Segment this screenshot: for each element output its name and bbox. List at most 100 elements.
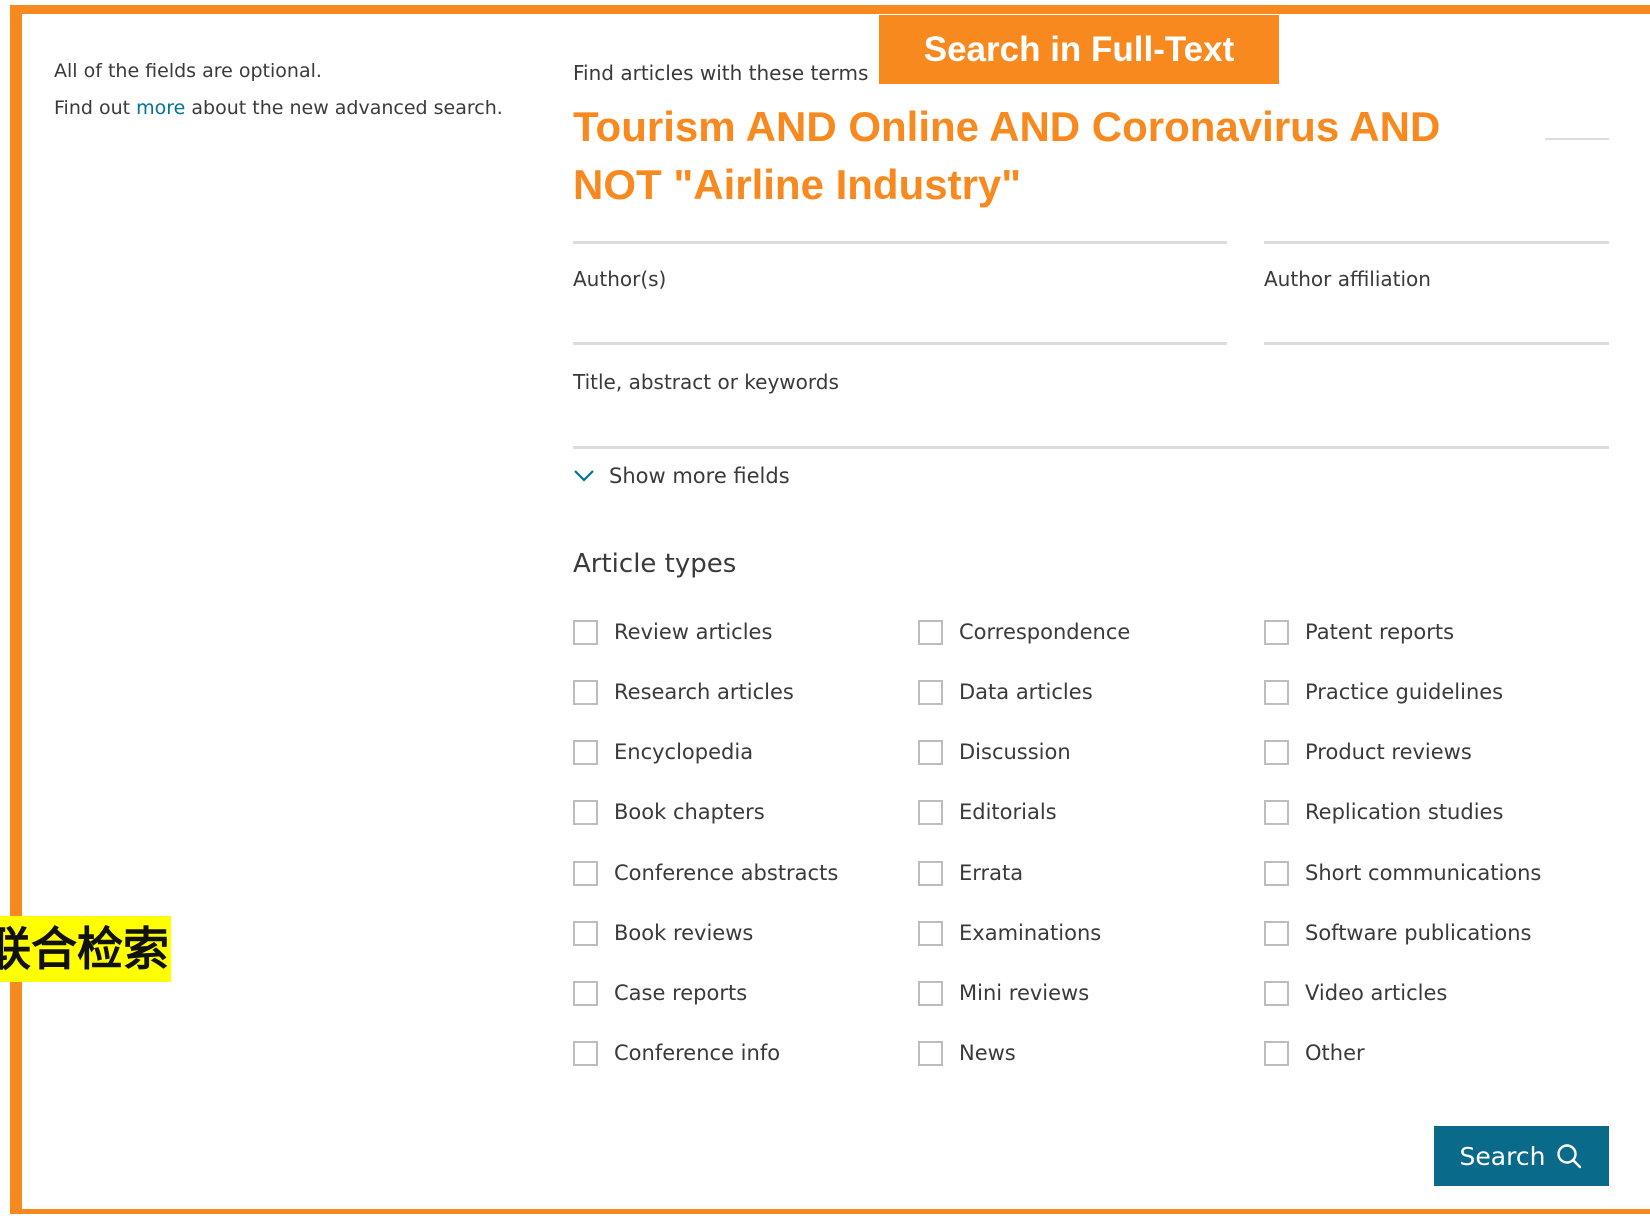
note-text-after: about the new advanced search. bbox=[185, 97, 503, 119]
search-icon bbox=[1557, 1144, 1582, 1169]
checkbox-box[interactable] bbox=[1264, 1040, 1289, 1066]
checkbox-replication-studies[interactable]: Replication studies bbox=[1264, 797, 1503, 827]
checkbox-label: Correspondence bbox=[959, 620, 1131, 644]
checkbox-label: Case reports bbox=[614, 981, 748, 1005]
note-text-before: Find out bbox=[54, 97, 137, 119]
checkbox-box[interactable] bbox=[573, 860, 598, 886]
checkbox-correspondence[interactable]: Correspondence bbox=[918, 617, 1130, 647]
affiliation-input[interactable] bbox=[1264, 342, 1609, 345]
title-abstract-label: Title, abstract or keywords bbox=[573, 370, 839, 394]
optional-note: All of the fields are optional. bbox=[54, 60, 322, 82]
checkbox-label: Patent reports bbox=[1305, 620, 1455, 644]
checkbox-box[interactable] bbox=[573, 1040, 598, 1066]
checkbox-box[interactable] bbox=[1264, 920, 1289, 946]
checkbox-conference-info[interactable]: Conference info bbox=[573, 1038, 780, 1068]
checkbox-box[interactable] bbox=[573, 799, 598, 825]
checkbox-encyclopedia[interactable]: Encyclopedia bbox=[573, 737, 753, 767]
advanced-search-note: Find out more about the new advanced sea… bbox=[54, 90, 503, 127]
checkbox-box[interactable] bbox=[918, 619, 943, 645]
checkbox-label: Errata bbox=[959, 861, 1024, 885]
checkbox-mini-reviews[interactable]: Mini reviews bbox=[918, 978, 1089, 1008]
checkbox-errata[interactable]: Errata bbox=[918, 858, 1023, 888]
checkbox-label: Other bbox=[1305, 1041, 1365, 1065]
checkbox-editorials[interactable]: Editorials bbox=[918, 797, 1057, 827]
checkbox-short-communications[interactable]: Short communications bbox=[1264, 858, 1541, 888]
checkbox-label: Research articles bbox=[614, 680, 794, 704]
checkbox-box[interactable] bbox=[1264, 799, 1289, 825]
checkbox-review-articles[interactable]: Review articles bbox=[573, 617, 772, 647]
checkbox-other[interactable]: Other bbox=[1264, 1038, 1365, 1068]
checkbox-software-publications[interactable]: Software publications bbox=[1264, 918, 1531, 948]
checkbox-box[interactable] bbox=[573, 980, 598, 1006]
checkbox-box[interactable] bbox=[1264, 860, 1289, 886]
terms-input[interactable]: Tourism AND Online AND Coronavirus AND N… bbox=[573, 98, 1473, 214]
show-more-label: Show more fields bbox=[609, 464, 790, 488]
checkbox-box[interactable] bbox=[573, 920, 598, 946]
checkbox-book-chapters[interactable]: Book chapters bbox=[573, 797, 765, 827]
checkbox-label: Book chapters bbox=[614, 800, 765, 824]
checkbox-box[interactable] bbox=[1264, 679, 1289, 705]
checkbox-box[interactable] bbox=[918, 920, 943, 946]
checkbox-label: Video articles bbox=[1305, 981, 1448, 1005]
checkbox-label: Practice guidelines bbox=[1305, 680, 1504, 704]
checkbox-label: Software publications bbox=[1305, 921, 1532, 945]
checkbox-examinations[interactable]: Examinations bbox=[918, 918, 1101, 948]
divider bbox=[573, 241, 1227, 244]
divider bbox=[1264, 241, 1609, 244]
checkbox-label: News bbox=[959, 1041, 1016, 1065]
combined-search-annotation: 联合检索 bbox=[0, 916, 171, 982]
checkbox-box[interactable] bbox=[918, 799, 943, 825]
checkbox-discussion[interactable]: Discussion bbox=[918, 737, 1071, 767]
checkbox-practice-guidelines[interactable]: Practice guidelines bbox=[1264, 677, 1503, 707]
checkbox-video-articles[interactable]: Video articles bbox=[1264, 978, 1447, 1008]
checkbox-data-articles[interactable]: Data articles bbox=[918, 677, 1093, 707]
checkbox-label: Product reviews bbox=[1305, 740, 1472, 764]
checkbox-label: Data articles bbox=[959, 680, 1093, 704]
show-more-fields-button[interactable]: Show more fields bbox=[573, 464, 790, 488]
side-note: All of the fields are optional. Find out… bbox=[54, 53, 503, 127]
checkbox-label: Encyclopedia bbox=[614, 740, 754, 764]
terms-label: Find articles with these terms bbox=[573, 61, 869, 85]
full-text-banner: Search in Full-Text bbox=[879, 15, 1279, 84]
checkbox-label: Discussion bbox=[959, 740, 1071, 764]
checkbox-conference-abstracts[interactable]: Conference abstracts bbox=[573, 858, 838, 888]
checkbox-box[interactable] bbox=[918, 860, 943, 886]
checkbox-book-reviews[interactable]: Book reviews bbox=[573, 918, 753, 948]
terms-underline bbox=[1545, 138, 1609, 140]
checkbox-label: Replication studies bbox=[1305, 800, 1504, 824]
annotation-text: 联合检索 bbox=[0, 922, 169, 976]
terms-value-line2: NOT "Airline Industry" bbox=[573, 161, 1022, 208]
checkbox-product-reviews[interactable]: Product reviews bbox=[1264, 737, 1472, 767]
title-abstract-input[interactable] bbox=[573, 446, 1609, 449]
affiliation-label: Author affiliation bbox=[1264, 267, 1431, 291]
checkbox-label: Conference info bbox=[614, 1041, 781, 1065]
search-button[interactable]: Search bbox=[1434, 1126, 1609, 1186]
checkbox-box[interactable] bbox=[573, 679, 598, 705]
checkbox-box[interactable] bbox=[918, 1040, 943, 1066]
checkbox-label: Mini reviews bbox=[959, 981, 1090, 1005]
checkbox-label: Short communications bbox=[1305, 861, 1542, 885]
checkbox-label: Examinations bbox=[959, 921, 1102, 945]
checkbox-patent-reports[interactable]: Patent reports bbox=[1264, 617, 1454, 647]
checkbox-box[interactable] bbox=[1264, 739, 1289, 765]
checkbox-box[interactable] bbox=[918, 679, 943, 705]
checkbox-box[interactable] bbox=[1264, 619, 1289, 645]
checkbox-label: Conference abstracts bbox=[614, 861, 839, 885]
checkbox-research-articles[interactable]: Research articles bbox=[573, 677, 794, 707]
checkbox-box[interactable] bbox=[1264, 980, 1289, 1006]
authors-label: Author(s) bbox=[573, 267, 667, 291]
authors-input[interactable] bbox=[573, 342, 1227, 345]
checkbox-label: Editorials bbox=[959, 800, 1057, 824]
checkbox-label: Book reviews bbox=[614, 921, 754, 945]
article-types-heading: Article types bbox=[573, 549, 737, 579]
checkbox-case-reports[interactable]: Case reports bbox=[573, 978, 747, 1008]
checkbox-box[interactable] bbox=[918, 980, 943, 1006]
more-link[interactable]: more bbox=[136, 97, 185, 119]
search-button-label: Search bbox=[1459, 1141, 1546, 1171]
terms-value-line1: Tourism AND Online AND Coronavirus AND bbox=[573, 103, 1441, 150]
checkbox-box[interactable] bbox=[918, 739, 943, 765]
checkbox-box[interactable] bbox=[573, 739, 598, 765]
checkbox-news[interactable]: News bbox=[918, 1038, 1016, 1068]
checkbox-box[interactable] bbox=[573, 619, 598, 645]
chevron-down-icon bbox=[574, 470, 594, 482]
